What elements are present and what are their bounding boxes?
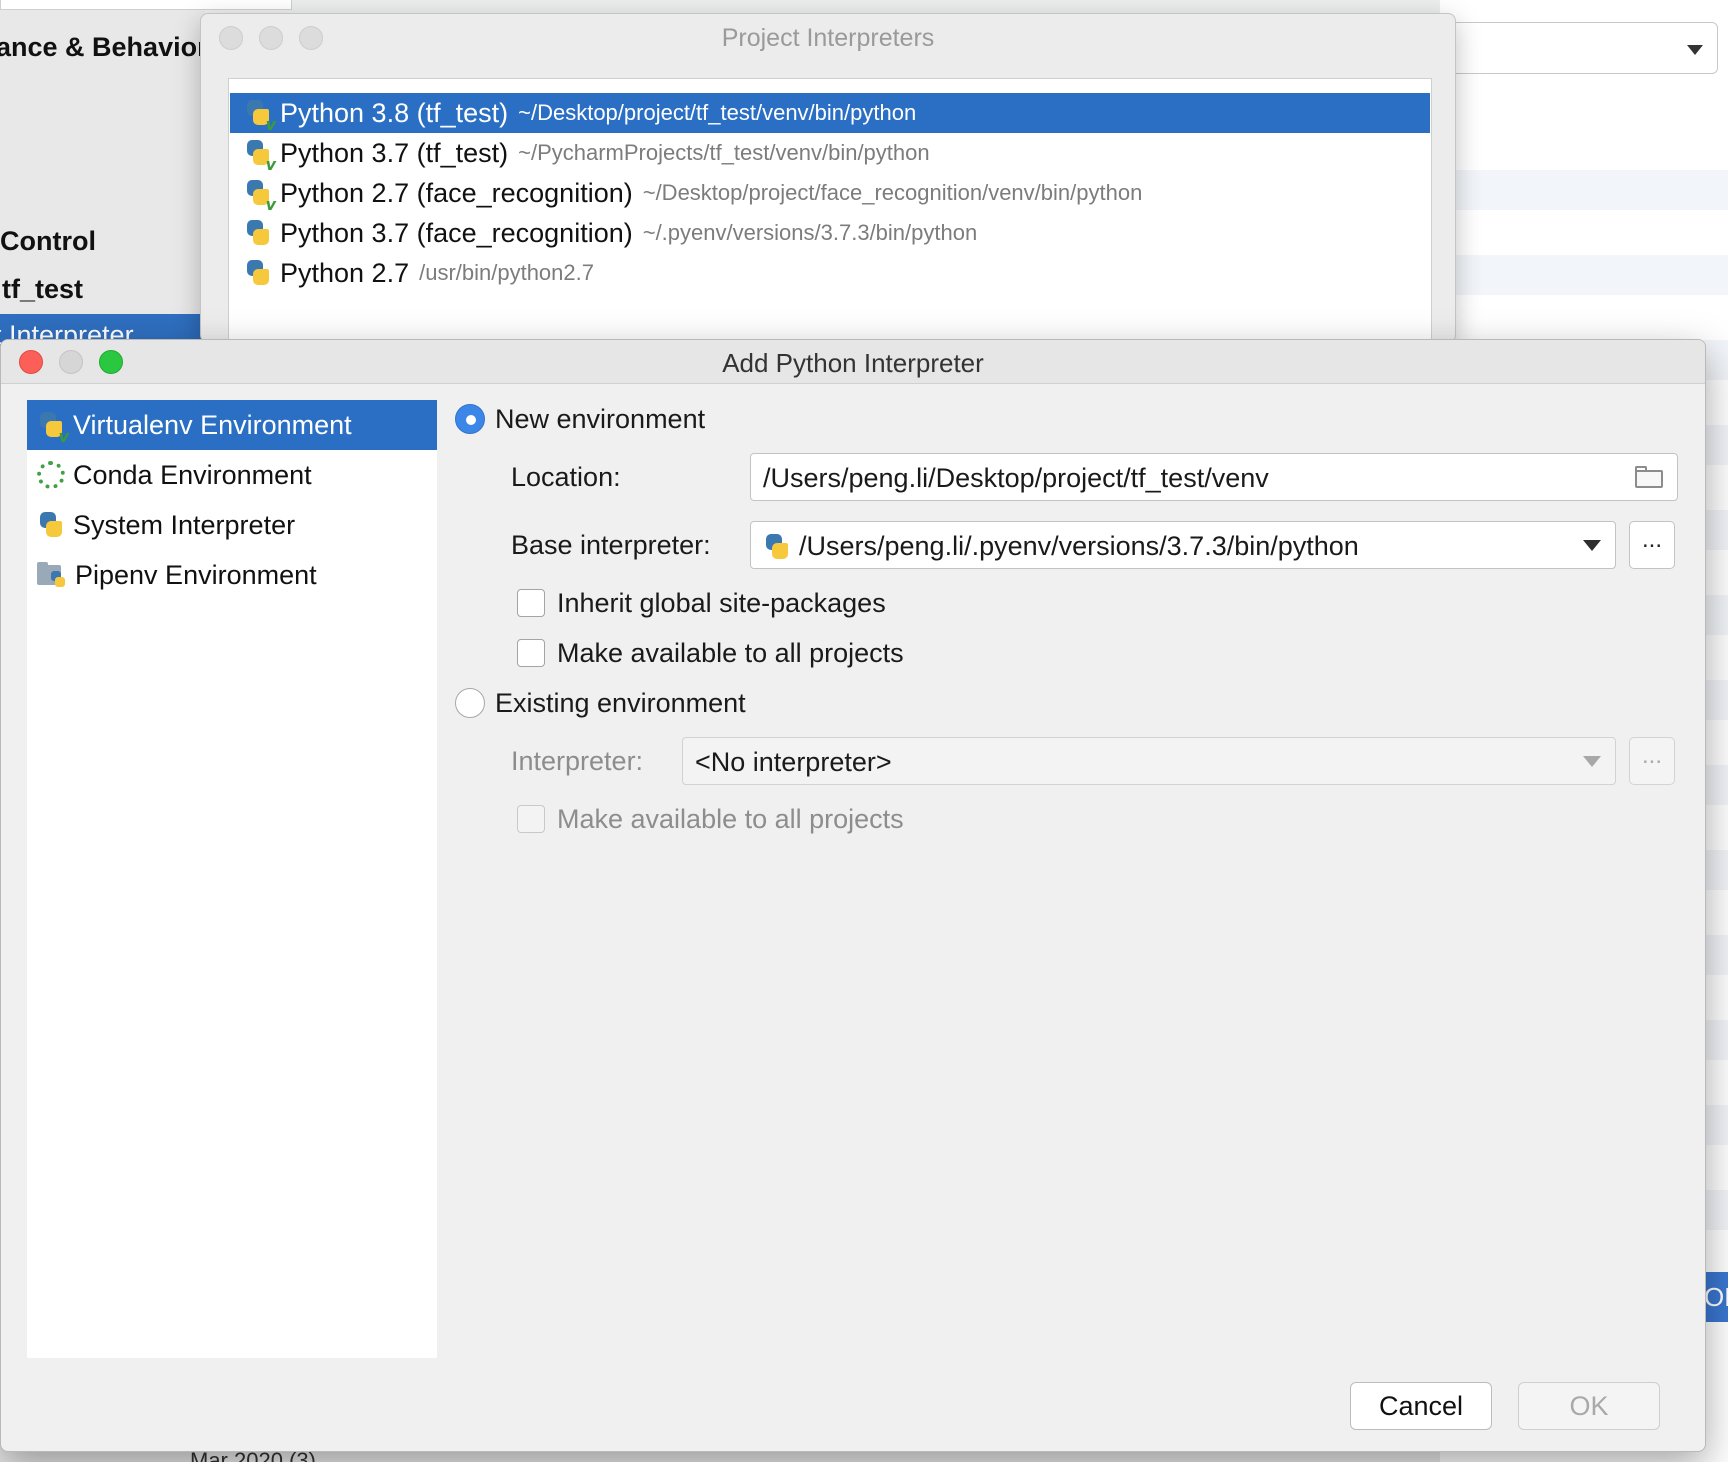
interpreter-list: v Python 3.8 (tf_test) ~/Desktop/project… — [228, 78, 1432, 342]
existing-interpreter-value: <No interpreter> — [695, 747, 892, 777]
ok-button[interactable]: OK — [1518, 1382, 1660, 1430]
interpreter-path: ~/Desktop/project/face_recognition/venv/… — [642, 180, 1143, 205]
interpreter-list-item[interactable]: v Python 3.7 (tf_test) ~/PycharmProjects… — [230, 133, 1430, 174]
sidebar-item-pipenv[interactable]: Pipenv Environment — [27, 550, 437, 600]
base-interpreter-label: Base interpreter: — [511, 530, 711, 560]
browse-base-interpreter-button[interactable]: ... — [1629, 521, 1675, 569]
settings-search-field[interactable] — [0, 0, 292, 10]
virtualenv-icon: v — [37, 410, 69, 446]
interpreter-name: Python 3.7 (face_recognition) — [280, 217, 633, 248]
sidebar-item-system-interpreter[interactable]: System Interpreter — [27, 500, 437, 550]
existing-environment-label[interactable]: Existing environment — [495, 688, 746, 719]
sidebar-item-label: Pipenv Environment — [75, 559, 317, 590]
sidebar-item-label: Virtualenv Environment — [73, 409, 352, 440]
conda-icon — [37, 461, 65, 489]
environment-type-list: v Virtualenv Environment Conda Environme… — [27, 400, 437, 1358]
python-icon — [244, 258, 272, 288]
python-icon — [763, 532, 791, 562]
browse-existing-interpreter-button[interactable]: ... — [1629, 737, 1675, 785]
existing-make-available-checkbox[interactable] — [517, 805, 545, 833]
interpreter-name: Python 3.7 (tf_test) — [280, 137, 509, 168]
project-interpreters-window: Project Interpreters v Python 3.8 (tf_te… — [200, 13, 1456, 343]
interpreter-label: Interpreter: — [511, 746, 644, 776]
interpreter-path: ~/Desktop/project/tf_test/venv/bin/pytho… — [518, 100, 917, 125]
interpreter-name: Python 3.8 (tf_test) — [280, 97, 509, 128]
folder-open-icon[interactable] — [1635, 466, 1665, 488]
make-available-label[interactable]: Make available to all projects — [557, 638, 904, 669]
interpreter-list-item[interactable]: Python 2.7 /usr/bin/python2.7 — [230, 253, 1430, 293]
existing-environment-radio[interactable] — [455, 688, 485, 718]
python-venv-icon: v — [244, 98, 276, 134]
add-python-interpreter-dialog: Add Python Interpreter v Virtualenv Envi… — [0, 339, 1706, 1452]
interpreter-list-item[interactable]: Python 3.7 (face_recognition) ~/.pyenv/v… — [230, 213, 1430, 253]
new-environment-label[interactable]: New environment — [495, 404, 705, 435]
settings-nav-version-control[interactable]: Control — [0, 226, 96, 257]
chevron-down-icon — [1687, 45, 1703, 55]
inherit-site-packages-label[interactable]: Inherit global site-packages — [557, 588, 886, 619]
sidebar-item-label: Conda Environment — [73, 459, 312, 490]
sidebar-item-label: System Interpreter — [73, 509, 296, 540]
location-label: Location: — [511, 462, 621, 492]
interpreter-path: ~/PycharmProjects/tf_test/venv/bin/pytho… — [518, 140, 930, 165]
cancel-button[interactable]: Cancel — [1350, 1382, 1492, 1430]
dialog-titlebar: Add Python Interpreter — [1, 340, 1705, 384]
python-icon — [37, 510, 65, 540]
chevron-down-icon — [1583, 540, 1601, 551]
window-title: Project Interpreters — [721, 24, 935, 52]
make-available-checkbox[interactable] — [517, 639, 545, 667]
dialog-title: Add Python Interpreter — [722, 348, 984, 378]
sidebar-item-virtualenv[interactable]: v Virtualenv Environment — [27, 400, 437, 450]
interpreter-path: ~/.pyenv/versions/3.7.3/bin/python — [642, 220, 978, 245]
base-interpreter-combo[interactable]: /Users/peng.li/.pyenv/versions/3.7.3/bin… — [750, 521, 1616, 569]
base-interpreter-value: /Users/peng.li/.pyenv/versions/3.7.3/bin… — [799, 531, 1359, 561]
existing-make-available-label: Make available to all projects — [557, 804, 904, 834]
settings-nav-project[interactable]: tf_test — [2, 274, 83, 305]
settings-nav-appearance[interactable]: ance & Behavior — [0, 32, 208, 63]
sidebar-item-conda[interactable]: Conda Environment — [27, 450, 437, 500]
interpreter-list-item[interactable]: v Python 2.7 (face_recognition) ~/Deskto… — [230, 173, 1430, 214]
chevron-down-icon — [1583, 756, 1601, 767]
interpreter-path: /usr/bin/python2.7 — [419, 260, 594, 285]
pipenv-icon — [37, 561, 67, 589]
inherit-site-packages-checkbox[interactable] — [517, 589, 545, 617]
settings-project-interpreter-combo[interactable] — [1440, 22, 1718, 74]
existing-interpreter-combo[interactable]: <No interpreter> — [682, 737, 1616, 785]
python-venv-icon: v — [244, 178, 276, 214]
new-environment-radio[interactable] — [455, 404, 485, 434]
location-value: /Users/peng.li/Desktop/project/tf_test/v… — [763, 463, 1269, 493]
location-field[interactable]: /Users/peng.li/Desktop/project/tf_test/v… — [750, 453, 1678, 501]
python-icon — [244, 218, 272, 248]
python-venv-icon: v — [244, 138, 276, 174]
interpreter-name: Python 2.7 — [280, 257, 410, 288]
interpreter-list-item[interactable]: v Python 3.8 (tf_test) ~/Desktop/project… — [230, 93, 1430, 134]
interpreter-name: Python 2.7 (face_recognition) — [280, 177, 633, 208]
